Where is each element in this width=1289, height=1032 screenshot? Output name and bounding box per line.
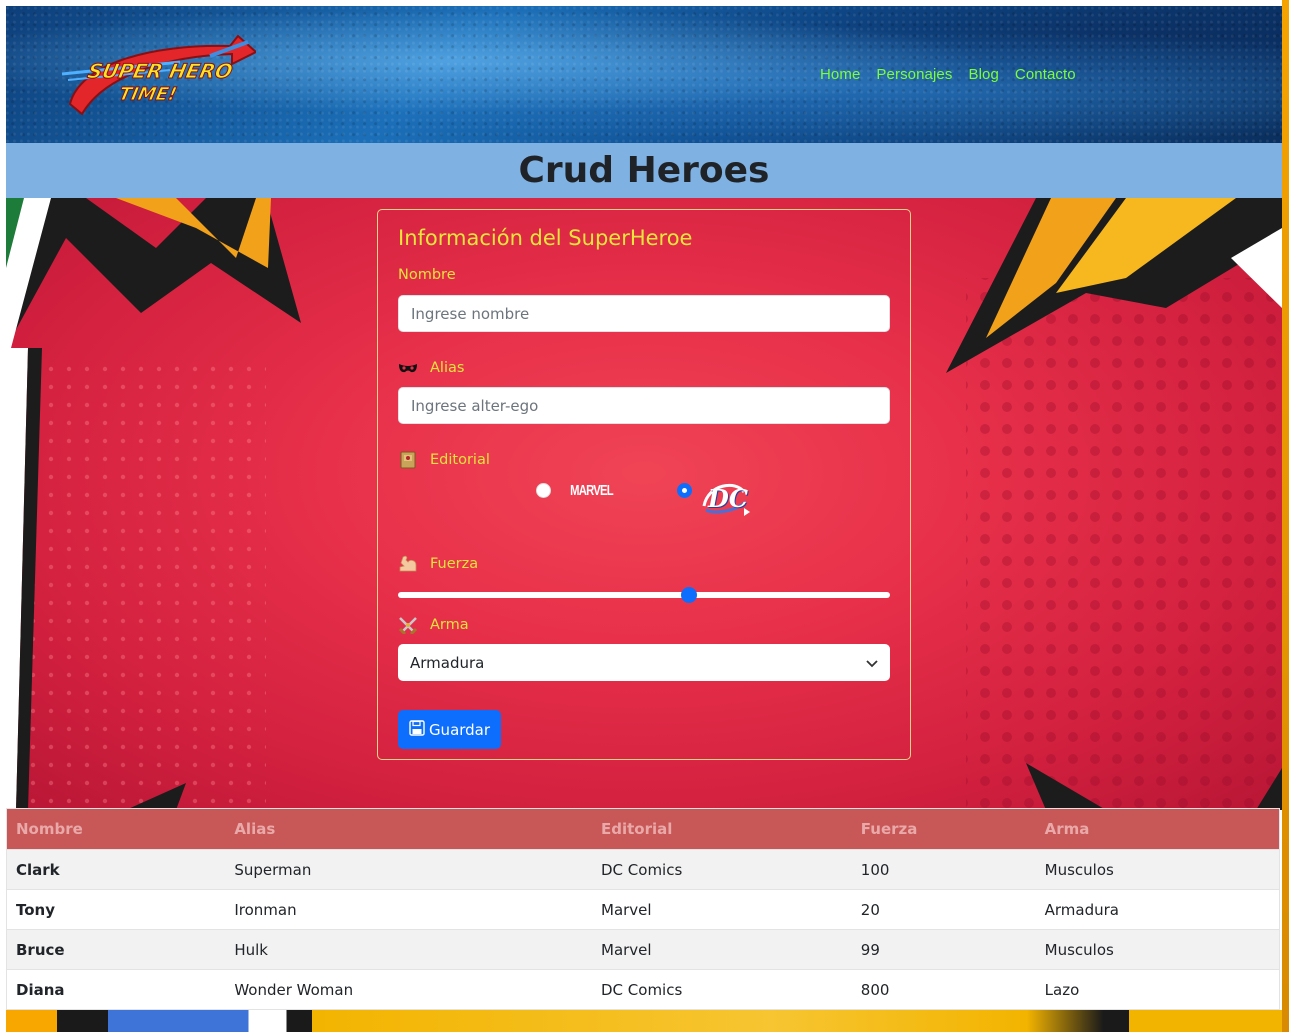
cell-nombre: Clark: [6, 849, 226, 890]
fuerza-slider-thumb[interactable]: [681, 587, 697, 603]
title-bar: Crud Heroes: [6, 143, 1282, 198]
editorial-label-text: Editorial: [430, 452, 490, 468]
right-edge-strip: [1282, 0, 1289, 1032]
arma-label-text: Arma: [430, 617, 469, 633]
cell-editorial: DC Comics: [592, 969, 852, 1010]
cell-fuerza: 20: [851, 889, 1036, 930]
page-title: Crud Heroes: [518, 150, 770, 191]
dc-logo-text: DC: [708, 484, 748, 513]
save-button-label: Guardar: [428, 720, 491, 739]
cell-arma: Musculos: [1035, 849, 1280, 890]
logo-text-line1: SUPER HERO: [86, 59, 235, 83]
super-hero-time-logo[interactable]: SUPER HERO TIME!: [60, 34, 256, 120]
cell-alias: Ironman: [225, 889, 592, 930]
save-button[interactable]: Guardar: [398, 710, 501, 749]
flexed-biceps-icon: [398, 555, 418, 573]
arma-selected-value: Armadura: [410, 653, 485, 672]
nav-link-personajes[interactable]: Personajes: [876, 66, 952, 83]
cell-fuerza: 99: [851, 929, 1036, 970]
header-arma: Arma: [1035, 808, 1280, 850]
dc-logo: DC: [700, 478, 750, 518]
form-title: Información del SuperHeroe: [398, 226, 693, 250]
cell-alias: Hulk: [225, 929, 592, 970]
fuerza-slider[interactable]: [398, 587, 890, 603]
radio-dc[interactable]: [677, 483, 692, 498]
main-nav: Home Personajes Blog Contacto: [820, 66, 1076, 83]
header-editorial: Editorial: [592, 808, 852, 850]
nav-link-blog[interactable]: Blog: [968, 66, 998, 83]
fuerza-label: Fuerza: [398, 555, 478, 573]
cell-nombre: Tony: [6, 889, 226, 930]
cell-alias: Superman: [225, 849, 592, 890]
arma-label: Arma: [398, 616, 469, 634]
nombre-label-text: Nombre: [398, 267, 456, 283]
cell-nombre: Bruce: [6, 929, 226, 970]
arma-select[interactable]: Armadura: [398, 644, 890, 681]
alias-placeholder: Ingrese alter-ego: [411, 396, 539, 415]
cell-arma: Musculos: [1035, 929, 1280, 970]
crossed-swords-icon: [398, 616, 418, 634]
mask-icon: [398, 359, 418, 377]
alias-input[interactable]: Ingrese alter-ego: [398, 387, 890, 424]
alias-label: Alias: [398, 359, 464, 377]
header-alias: Alias: [225, 808, 592, 850]
bottom-comic-strip: [6, 1010, 1282, 1032]
header-fuerza: Fuerza: [851, 808, 1036, 850]
header-nombre: Nombre: [6, 808, 226, 850]
chevron-down-icon: [866, 654, 878, 672]
logo-text-line2: TIME!: [117, 84, 179, 105]
cell-editorial: DC Comics: [592, 849, 852, 890]
nombre-placeholder: Ingrese nombre: [411, 304, 530, 323]
nombre-input[interactable]: Ingrese nombre: [398, 295, 890, 332]
hero-form-card: Información del SuperHeroe Nombre Ingres…: [377, 209, 911, 760]
nav-link-contacto[interactable]: Contacto: [1015, 66, 1076, 83]
marvel-logo-text: MARVEL: [570, 482, 614, 499]
marvel-logo: MARVEL: [563, 482, 620, 500]
site-header: SUPER HERO TIME! Home Personajes Blog Co…: [6, 6, 1282, 143]
table-row[interactable]: Diana Wonder Woman DC Comics 800 Lazo: [6, 969, 1280, 1010]
cell-arma: Lazo: [1035, 969, 1280, 1010]
nav-link-home[interactable]: Home: [820, 66, 860, 83]
table-row[interactable]: Clark Superman DC Comics 100 Musculos: [6, 849, 1280, 890]
cell-editorial: Marvel: [592, 929, 852, 970]
nombre-label: Nombre: [398, 267, 456, 283]
book-icon: [398, 451, 418, 469]
table-row[interactable]: Tony Ironman Marvel 20 Armadura: [6, 889, 1280, 930]
cell-editorial: Marvel: [592, 889, 852, 930]
table-row[interactable]: Bruce Hulk Marvel 99 Musculos: [6, 929, 1280, 970]
heroes-table: Nombre Alias Editorial Fuerza Arma Clark…: [6, 808, 1280, 1010]
cell-fuerza: 100: [851, 849, 1036, 890]
cell-nombre: Diana: [6, 969, 226, 1010]
floppy-disk-icon: [409, 719, 425, 740]
cell-arma: Armadura: [1035, 889, 1280, 930]
cell-alias: Wonder Woman: [225, 969, 592, 1010]
fuerza-label-text: Fuerza: [430, 556, 479, 572]
cell-fuerza: 800: [851, 969, 1036, 1010]
table-header-row: Nombre Alias Editorial Fuerza Arma: [6, 808, 1280, 850]
radio-marvel[interactable]: [536, 483, 551, 498]
alias-label-text: Alias: [430, 360, 465, 376]
editorial-label: Editorial: [398, 451, 490, 469]
